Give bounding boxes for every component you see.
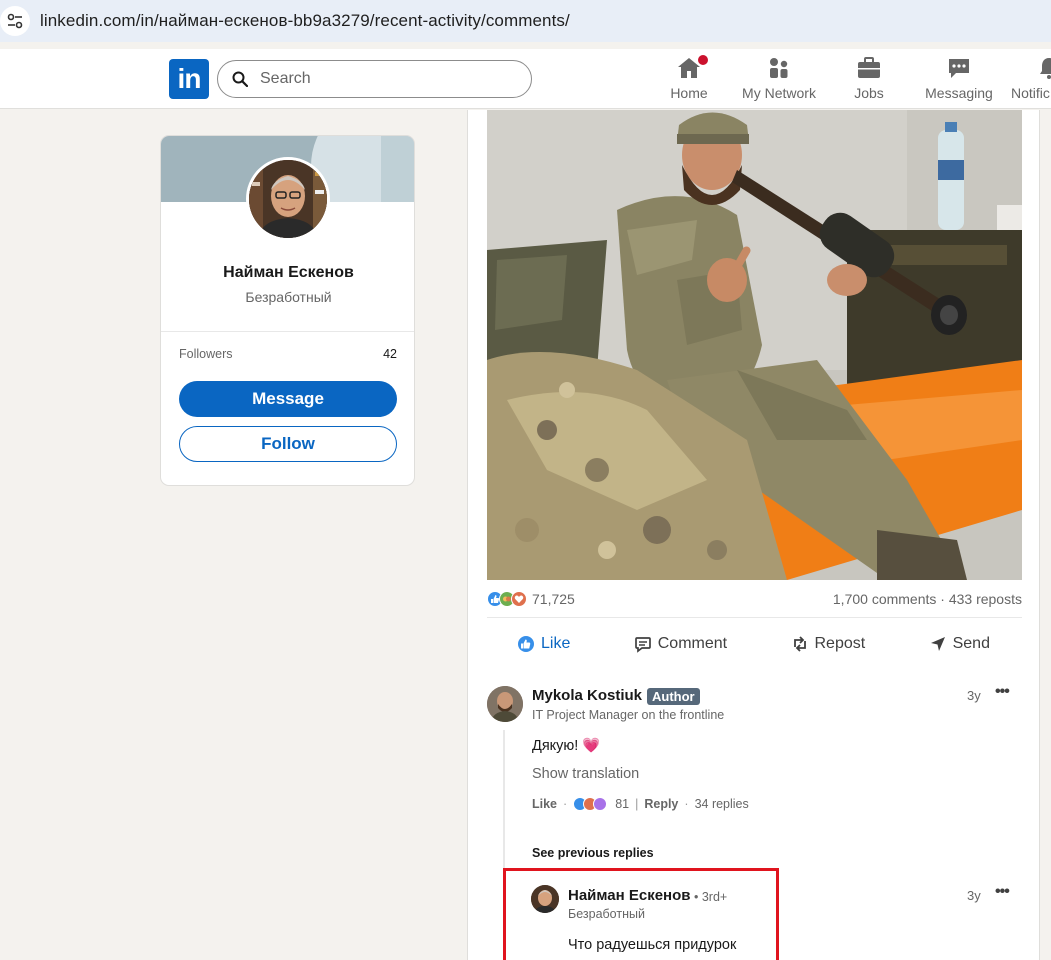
comment-icon xyxy=(634,637,651,653)
repost-icon xyxy=(793,636,806,652)
linkedin-header: in Home My Network xyxy=(0,49,1051,109)
connection-degree: • 3rd+ xyxy=(694,890,728,904)
see-previous-replies-link[interactable]: See previous replies xyxy=(532,846,654,860)
nav-notifications[interactable]: Notific xyxy=(1011,55,1051,105)
comment-actions: Like · 81 | Reply · 34 replies xyxy=(532,797,749,811)
comment-text: Дякую! 💗 xyxy=(532,738,601,754)
nav-home-label: Home xyxy=(670,85,708,101)
followers-label: Followers xyxy=(179,347,233,361)
followers-count: 42 xyxy=(383,347,397,361)
nav-messaging-label: Messaging xyxy=(925,85,993,101)
comment-label: Comment xyxy=(657,635,728,652)
followers-row: Followers 42 xyxy=(179,347,397,361)
home-icon xyxy=(676,53,710,81)
more-options-icon[interactable]: ••• xyxy=(995,883,1010,901)
like-button[interactable]: Like xyxy=(517,635,570,653)
reply-author-headline: Безработный xyxy=(568,907,645,921)
nav-jobs[interactable]: Jobs xyxy=(852,55,886,105)
nav-my-network[interactable]: My Network xyxy=(740,55,818,105)
comment-button[interactable]: Comment xyxy=(634,635,727,653)
profile-headline: Безработный xyxy=(245,289,332,305)
reply-button[interactable]: Reply xyxy=(644,797,678,811)
support-reaction-icon xyxy=(593,797,608,811)
post-image[interactable] xyxy=(487,110,1022,580)
comment-reactions-count[interactable]: 81 xyxy=(615,797,629,811)
divider xyxy=(161,331,414,332)
site-settings-icon[interactable] xyxy=(0,6,30,36)
bell-icon xyxy=(1037,55,1051,81)
send-button[interactable]: Send xyxy=(929,635,990,653)
follow-button[interactable]: Follow xyxy=(179,426,397,462)
nav-my-network-label: My Network xyxy=(742,85,816,101)
show-translation-link[interactable]: Show translation xyxy=(532,766,639,782)
briefcase-icon xyxy=(857,55,881,81)
nav-home[interactable]: Home xyxy=(670,53,710,105)
thumbs-up-icon xyxy=(518,636,534,652)
send-label: Send xyxy=(952,635,990,652)
comment-like-button[interactable]: Like xyxy=(532,797,557,811)
chat-icon xyxy=(946,55,972,81)
profile-avatar[interactable] xyxy=(246,157,330,241)
post-actions: Like Comment Repost Send xyxy=(487,630,1022,658)
network-icon xyxy=(767,55,791,81)
profile-name[interactable]: Найман Ескенов xyxy=(161,264,414,282)
nav-jobs-label: Jobs xyxy=(854,85,884,101)
reactions-count[interactable]: 71,725 xyxy=(532,591,575,607)
url-text[interactable]: linkedin.com/in/найман-ескенов-bb9a3279/… xyxy=(40,11,570,31)
reply-time: 3y xyxy=(967,888,981,903)
browser-url-bar: linkedin.com/in/найман-ескенов-bb9a3279/… xyxy=(0,0,1051,42)
reply-avatar[interactable] xyxy=(531,885,559,913)
post-stats: 71,725 1,700 comments · 433 reposts xyxy=(487,588,1022,610)
commenter-avatar[interactable] xyxy=(487,686,523,722)
repost-button[interactable]: Repost xyxy=(791,635,866,653)
nav-notifications-label: Notific xyxy=(1011,85,1050,101)
commenter-headline: IT Project Manager on the frontline xyxy=(532,708,725,722)
replies-count[interactable]: 34 replies xyxy=(695,797,749,811)
like-label: Like xyxy=(541,635,571,652)
search-input[interactable] xyxy=(260,70,490,88)
commenter-name[interactable]: Mykola Kostiuk xyxy=(532,687,642,704)
reaction-summary[interactable]: 71,725 xyxy=(487,591,575,607)
love-reaction-icon xyxy=(511,591,527,607)
reply-author-name[interactable]: Найман Ескенов xyxy=(568,887,691,904)
nav-messaging[interactable]: Messaging xyxy=(925,55,993,105)
comment-time: 3y xyxy=(967,688,981,703)
divider xyxy=(487,617,1022,618)
message-button[interactable]: Message xyxy=(179,381,397,417)
linkedin-logo[interactable]: in xyxy=(169,59,209,99)
profile-card: Найман Ескенов Безработный Followers 42 … xyxy=(160,135,415,486)
post-card: 71,725 1,700 comments · 433 reposts Like… xyxy=(467,110,1040,960)
comments-reposts-count[interactable]: 1,700 comments · 433 reposts xyxy=(833,591,1022,607)
repost-label: Repost xyxy=(814,635,866,652)
notification-dot xyxy=(696,53,710,67)
more-options-icon[interactable]: ••• xyxy=(995,683,1010,701)
send-icon xyxy=(930,637,945,651)
search-box[interactable] xyxy=(217,60,532,98)
search-icon xyxy=(232,71,248,87)
reply-text: Что радуешься придурок xyxy=(568,937,737,953)
author-badge: Author xyxy=(647,688,700,705)
